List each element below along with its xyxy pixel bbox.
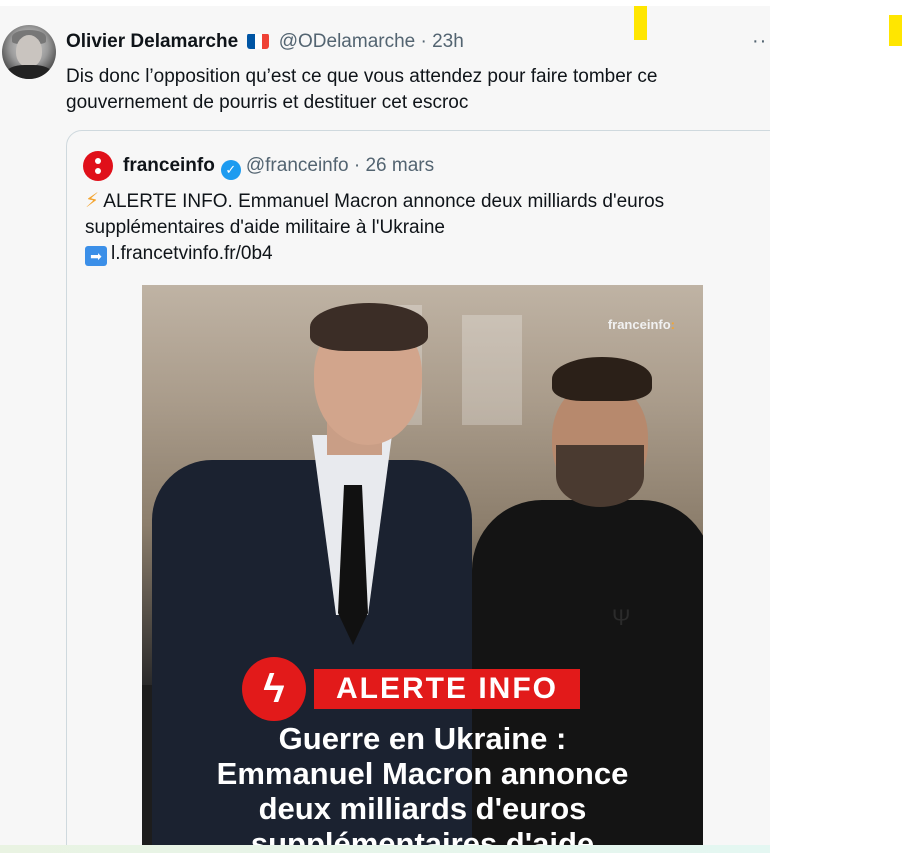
quoted-author-name[interactable]: franceinfo <box>123 155 215 176</box>
quoted-tweet-header: franceinfo ✓ @franceinfo · 26 mars <box>123 153 434 180</box>
verified-badge-icon: ✓ <box>220 160 241 180</box>
page: Olivier Delamarche @ODelamarche · 23h ··… <box>0 0 903 853</box>
headline-line: deux milliards d'euros <box>258 791 587 826</box>
person-right-hair <box>552 357 652 401</box>
bottom-strip <box>0 845 770 853</box>
author-handle[interactable]: @ODelamarche <box>279 31 416 52</box>
person-right-beard <box>556 445 644 507</box>
author-name[interactable]: Olivier Delamarche <box>66 31 238 52</box>
trident-emblem-icon: Ψ <box>612 605 631 630</box>
quoted-tweet-body: ALERTE INFO. Emmanuel Macron annonce deu… <box>85 191 665 238</box>
highlight-marker <box>634 6 647 40</box>
quoted-tweet-image[interactable]: franceinfo: Ψ ϟ ALERTE INFO Guerre en Uk… <box>142 285 703 853</box>
tweet-text: Dis donc l’opposition qu’est ce que vous… <box>66 66 658 113</box>
more-options-icon[interactable]: ·· <box>752 30 767 53</box>
quoted-tweet-link[interactable]: l.francetvinfo.fr/0b4 <box>111 243 273 264</box>
quoted-author-handle[interactable]: @franceinfo <box>246 155 349 176</box>
headline-line: Emmanuel Macron annonce <box>216 756 629 791</box>
avatar-face <box>16 35 42 67</box>
right-arrow-icon: ➡ <box>85 246 107 266</box>
right-margin <box>770 0 903 853</box>
lightning-icon: ⚡ <box>85 190 100 212</box>
tweet-header: Olivier Delamarche @ODelamarche · 23h <box>66 30 464 54</box>
image-headline: Guerre en Ukraine : Emmanuel Macron anno… <box>142 721 703 853</box>
franceinfo-watermark: franceinfo: <box>607 317 675 332</box>
image-window <box>462 315 522 425</box>
headline-line: Guerre en Ukraine : <box>278 721 567 756</box>
highlight-marker <box>889 15 902 46</box>
quoted-tweet-time[interactable]: · 26 mars <box>354 155 434 176</box>
tweet-time[interactable]: · 23h <box>421 31 464 52</box>
franceinfo-avatar[interactable] <box>83 151 113 181</box>
france-flag-icon <box>247 33 270 49</box>
tweet-card[interactable]: Olivier Delamarche @ODelamarche · 23h ··… <box>0 6 788 853</box>
alert-label: ALERTE INFO <box>314 669 580 709</box>
avatar-suit <box>6 65 52 79</box>
quoted-tweet-text: ⚡ ALERTE INFO. Emmanuel Macron annonce d… <box>85 188 765 267</box>
alert-lightning-icon: ϟ <box>242 657 306 721</box>
author-avatar[interactable] <box>2 25 56 79</box>
person-left-hair <box>310 303 428 351</box>
